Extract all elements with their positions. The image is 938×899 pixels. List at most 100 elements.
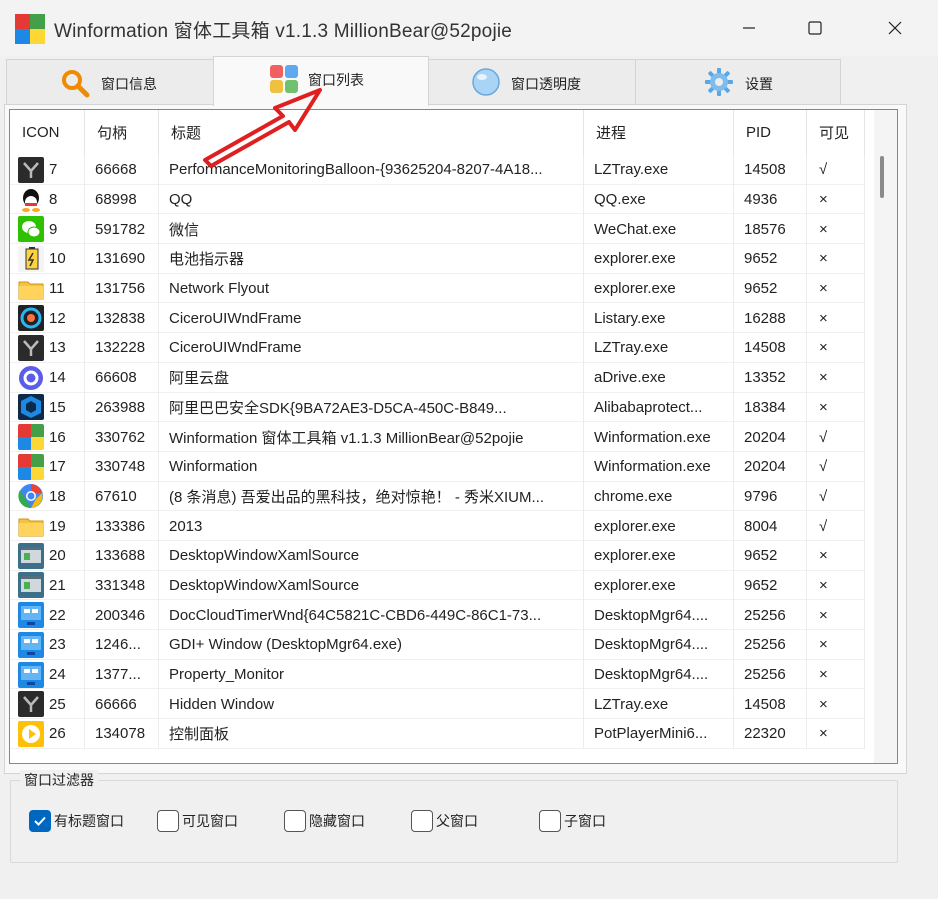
tab-label: 窗口透明度 [511, 76, 581, 92]
checkbox-box[interactable] [157, 810, 179, 832]
cell-process: WeChat.exe [584, 214, 734, 245]
cell-visible: √ [807, 155, 865, 185]
table-row[interactable]: 9 591782 微信 WeChat.exe 18576 × [10, 214, 865, 245]
table-row[interactable]: 14 66608 阿里云盘 aDrive.exe 13352 × [10, 362, 865, 393]
table-row[interactable]: 7 66668 PerformanceMonitoringBalloon-{9362… [10, 155, 865, 185]
maximize-button[interactable] [792, 8, 838, 48]
cell-icon: 7 [10, 155, 85, 185]
cell-icon: 22 [10, 600, 85, 630]
cell-process-text: WeChat.exe [594, 220, 677, 238]
column-header-title[interactable]: 标题 [159, 110, 584, 155]
cell-visible-text: √ [819, 428, 828, 446]
checkbox-box[interactable] [411, 810, 433, 832]
table-row[interactable]: 13 132228 CiceroUIWndFrame LZTray.exe 14508 × [10, 333, 865, 363]
cell-process-text: LZTray.exe [594, 695, 669, 713]
table-row[interactable]: 20 133688 DesktopWindowXamlSource explorer.… [10, 540, 865, 571]
table-row[interactable]: 16 330762 Winformation 窗体工具箱 v1.1.3 Millio… [10, 422, 865, 452]
minimize-icon [743, 27, 755, 29]
tab-label: 窗口列表 [308, 72, 364, 88]
cell-icon: 14 [10, 362, 85, 393]
cell-process: Alibabaprotect... [584, 392, 734, 423]
minimize-button[interactable] [726, 8, 772, 48]
cell-process: LZTray.exe [584, 333, 734, 363]
shield-icon [18, 394, 44, 421]
cell-title-text: PerformanceMonitoringBalloon-{93625204-8… [169, 161, 543, 179]
column-header-visible[interactable]: 可见 [807, 110, 865, 155]
table-row[interactable]: 18 67610 (8 条消息) 吾爱出品的黑科技，绝对惊艳！ - 秀米XIUM..… [10, 481, 865, 512]
cell-icon: 16 [10, 422, 85, 452]
cell-pid: 9652 [734, 273, 807, 304]
cell-visible: × [807, 333, 865, 363]
cell-process-text: Alibabaprotect... [594, 398, 703, 416]
table-row[interactable]: 24 1377... Property_Monitor DesktopMgr64...… [10, 659, 865, 690]
maximize-icon [808, 21, 822, 35]
cell-visible-text: × [819, 339, 828, 357]
cell-handle-text: 200346 [95, 606, 146, 624]
row-index: 16 [49, 428, 66, 446]
cell-handle: 66608 [85, 362, 159, 393]
row-index: 18 [49, 487, 66, 505]
checkmark-icon [34, 816, 46, 826]
cell-title-text: Winformation 窗体工具箱 v1.1.3 MillionBear@52… [169, 429, 524, 447]
cell-title-text: 阿里巴巴安全SDK{9BA72AE3-D5CA-450C-B849... [169, 399, 507, 417]
cell-visible-text: × [819, 280, 828, 298]
table-row[interactable]: 25 66666 Hidden Window LZTray.exe 14508 × [10, 689, 865, 720]
filter-parent-windows-checkbox[interactable]: 父窗口 [411, 809, 478, 833]
table-row[interactable]: 8 68998 QQ QQ.exe 4936 × [10, 184, 865, 215]
cell-handle-text: 1246... [95, 636, 141, 654]
filter-child-windows-checkbox[interactable]: 子窗口 [539, 809, 606, 833]
column-header-process[interactable]: 进程 [584, 110, 734, 155]
table-row[interactable]: 12 132838 CiceroUIWndFrame Listary.exe 16288… [10, 303, 865, 334]
title-bar[interactable]: Winformation 窗体工具箱 v1.1.3 MillionBear@52… [0, 0, 938, 56]
cell-visible-text: × [819, 220, 828, 238]
filter-visible-windows-checkbox[interactable]: 可见窗口 [157, 809, 238, 833]
cell-icon: 9 [10, 214, 85, 245]
cell-title: Hidden Window [159, 689, 584, 720]
cell-visible-text: √ [819, 161, 828, 179]
cell-visible: × [807, 362, 865, 393]
cell-handle: 132228 [85, 333, 159, 363]
cell-title-text: 控制面板 [169, 726, 230, 744]
cell-process-text: explorer.exe [594, 280, 676, 298]
column-header-icon[interactable]: ICON [10, 110, 85, 155]
cell-pid: 20204 [734, 422, 807, 452]
tab-settings[interactable]: 设置 [635, 59, 841, 105]
cell-icon: 8 [10, 184, 85, 215]
cell-title-text: (8 条消息) 吾爱出品的黑科技，绝对惊艳！ - 秀米XIUM... [169, 488, 545, 506]
window-list-table[interactable]: ICON 句柄 标题 进程 PID 可见 7 66668 PerformanceMo… [9, 109, 898, 764]
table-row[interactable]: 23 1246... GDI+ Window (DesktopMgr64.exe) D… [10, 630, 865, 660]
vertical-scrollbar[interactable] [874, 110, 897, 763]
column-header-handle[interactable]: 句柄 [85, 110, 159, 155]
cell-visible-text: × [819, 695, 828, 713]
checkbox-box[interactable] [284, 810, 306, 832]
table-row[interactable]: 26 134078 控制面板 PotPlayerMini6... 22320 × [10, 719, 865, 749]
table-row[interactable]: 10 131690 电池指示器 explorer.exe 9652 × [10, 244, 865, 274]
scrollbar-thumb[interactable] [880, 156, 884, 198]
tab-window-list[interactable]: 窗口列表 [213, 56, 429, 106]
cell-handle-text: 131756 [95, 280, 146, 298]
filter-hidden-windows-checkbox[interactable]: 隐藏窗口 [284, 809, 365, 833]
cell-pid-text: 22320 [744, 725, 786, 743]
tab-window-info[interactable]: 窗口信息 [6, 59, 214, 105]
tab-label: 设置 [745, 76, 773, 92]
checkbox-box[interactable] [29, 810, 51, 832]
cell-title: (8 条消息) 吾爱出品的黑科技，绝对惊艳！ - 秀米XIUM... [159, 481, 584, 512]
cell-title-text: DesktopWindowXamlSource [169, 576, 360, 594]
close-button[interactable] [872, 8, 918, 48]
cell-handle: 67610 [85, 481, 159, 512]
cell-visible-text: × [819, 576, 828, 594]
table-row[interactable]: 15 263988 阿里巴巴安全SDK{9BA72AE3-D5CA-450C-B84… [10, 392, 865, 423]
checkbox-box[interactable] [539, 810, 561, 832]
cell-icon: 15 [10, 392, 85, 423]
cell-pid-text: 25256 [744, 666, 786, 684]
table-row[interactable]: 22 200346 DocCloudTimerWnd{64C5821C-CBD6-4… [10, 600, 865, 630]
filter-titled-windows-checkbox[interactable]: 有标题窗口 [29, 809, 124, 833]
table-row[interactable]: 21 331348 DesktopWindowXamlSource explorer.… [10, 570, 865, 601]
column-header-pid[interactable]: PID [734, 110, 807, 155]
table-row[interactable]: 17 330748 Winformation Winformation.exe 2020… [10, 451, 865, 482]
tab-window-transparency[interactable]: 窗口透明度 [428, 59, 636, 105]
cell-pid: 14508 [734, 333, 807, 363]
table-row[interactable]: 11 131756 Network Flyout explorer.exe 9652 × [10, 273, 865, 304]
folder-icon [18, 276, 44, 302]
table-row[interactable]: 19 133386 2013 explorer.exe 8004 √ [10, 511, 865, 541]
